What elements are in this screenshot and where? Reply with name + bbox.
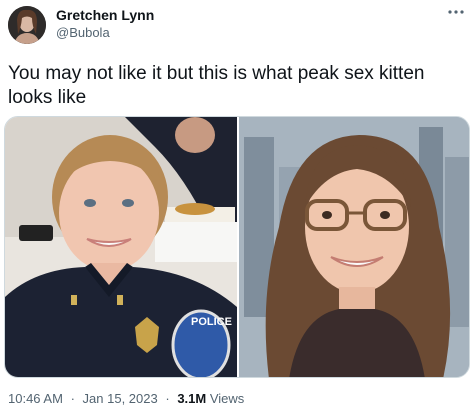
meta-separator: · [70,391,75,406]
patch-text: POLICE [191,316,232,328]
views-label: Views [209,391,245,406]
woman-glasses-image [239,117,469,377]
police-officer-image: POLICE [5,117,237,377]
tweet-meta: 10:46 AM · Jan 15, 2023 · 3.1M Views [8,391,244,407]
profile-photo-icon [8,6,46,44]
meta-separator-2: · [165,391,170,406]
tweet-date[interactable]: Jan 15, 2023 [83,391,158,406]
tweet-text: You may not like it but this is what pea… [8,63,425,108]
author-avatar[interactable] [8,6,46,44]
photo-police-officer[interactable]: POLICE [5,117,237,377]
author-name[interactable]: Gretchen Lynn [56,7,154,24]
photo-woman-glasses[interactable] [239,117,469,377]
more-options-icon[interactable] [446,4,466,20]
tweet-media[interactable]: POLICE [4,116,470,378]
tweet-card: Gretchen Lynn @Bubola You may not like i… [0,0,474,409]
views-count[interactable]: 3.1M [177,391,206,406]
ellipsis-icon [448,10,464,14]
tweet-time[interactable]: 10:46 AM [8,391,63,406]
author-handle[interactable]: @Bubola [56,25,110,41]
